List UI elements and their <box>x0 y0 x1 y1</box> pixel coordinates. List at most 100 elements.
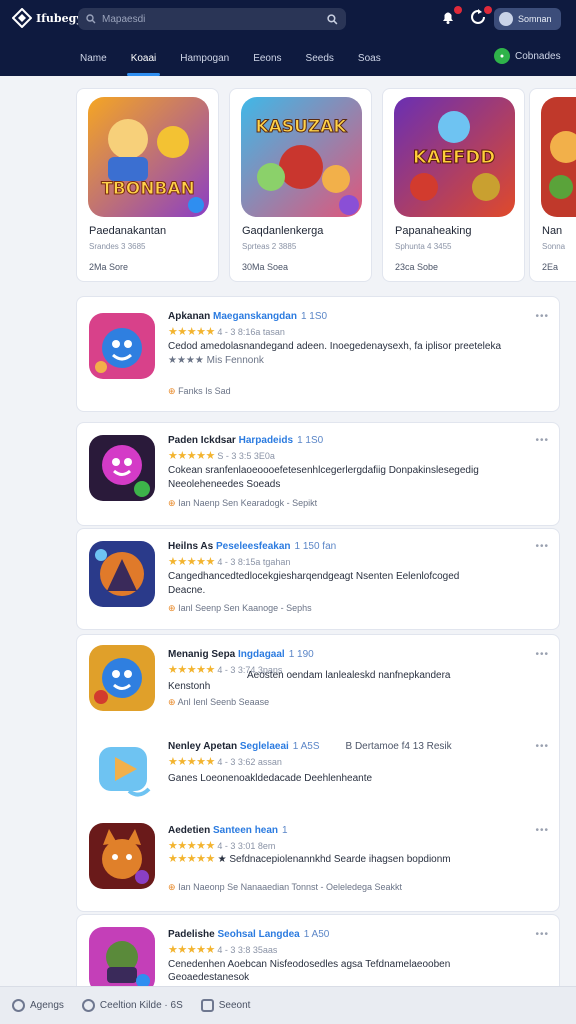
app-description: Cedod amedolasnandegand adeen. Inoegeden… <box>168 341 502 352</box>
star-rating-icon: ★★★★★ <box>168 450 215 462</box>
featured-subtitle: Srandes 3 3685 <box>89 242 146 251</box>
featured-title: Papanaheaking <box>395 225 472 237</box>
app-icon[interactable] <box>89 645 155 711</box>
logo-text: Ifubegy <box>36 11 83 25</box>
app-description-extra: Geoaedestanesok <box>168 972 250 983</box>
app-tags: ⊕ Fanks Is Sad <box>168 386 231 396</box>
app-description: Ganes Loeonenoakldedacade Deehlenheante <box>168 773 373 784</box>
bottom-item-agengs[interactable]: Agengs <box>12 999 64 1012</box>
account-label: Somnan <box>518 14 552 24</box>
app-card[interactable]: Apkanan Maeganskangdan 1 1S0 ★★★★★ 4 - 3 … <box>76 296 560 412</box>
featured-meta: 2Ma Sore <box>89 262 129 272</box>
featured-card[interactable]: KAEFDD Papanaheaking Sphunta 4 3455 23ca… <box>382 88 525 282</box>
featured-card[interactable]: Nan Sonna 2Ea <box>529 88 576 282</box>
app-card[interactable]: Heilns As Peseleesfeakan 1 150 fan ★★★★★ … <box>76 528 560 630</box>
svg-text:TBONBAN: TBONBAN <box>101 179 195 199</box>
star-rating-icon: ★★★★★ <box>168 556 215 568</box>
search-icon <box>86 14 96 24</box>
featured-art <box>541 97 576 217</box>
featured-title: Paedanakantan <box>89 225 167 237</box>
more-options-icon[interactable]: ••• <box>535 649 549 660</box>
more-options-icon[interactable]: ••• <box>535 929 549 940</box>
app-size: 1 1S0 <box>297 435 324 446</box>
app-size: 1 1S0 <box>300 311 328 322</box>
tab-name[interactable]: Name <box>68 44 119 72</box>
notifications-button[interactable] <box>440 6 462 27</box>
tab-eeons[interactable]: Eeons <box>241 44 293 72</box>
app-name[interactable]: Apkanan <box>168 311 210 322</box>
app-size: 1 A50 <box>303 929 330 940</box>
tag-icon: ⊕ <box>168 498 176 508</box>
app-publisher[interactable]: Harpadeids <box>239 435 293 446</box>
star-rating-icon: ★★★★★ <box>168 944 215 956</box>
featured-art: TBONBAN <box>88 97 209 217</box>
notification-badge <box>454 6 462 14</box>
updates-button[interactable] <box>470 6 492 27</box>
featured-art: KAEFDD <box>394 97 515 217</box>
tab-hampogan[interactable]: Hampogan <box>168 44 241 72</box>
app-publisher[interactable]: Seohsal Langdea <box>217 929 299 940</box>
app-description-extra: ★★★★ Mis Fennonk <box>168 355 264 366</box>
app-publisher[interactable]: Seglelaeai <box>240 741 289 752</box>
app-publisher[interactable]: Santeen hean <box>213 825 278 836</box>
star-rating-icon: ★★★★★ <box>168 326 215 338</box>
app-size: 1 190 <box>288 649 314 660</box>
more-options-icon[interactable]: ••• <box>535 541 549 552</box>
app-icon <box>89 313 155 379</box>
app-description-extra: Kenstonh <box>168 681 211 692</box>
more-options-icon[interactable]: ••• <box>535 435 549 446</box>
featured-title: Nan <box>542 225 563 237</box>
app-name[interactable]: Heilns As <box>168 541 213 552</box>
search-submit-icon[interactable] <box>327 13 338 25</box>
top-header: Ifubegy Somnan Name Koaai Hampogan Eeons… <box>0 0 576 76</box>
app-tags: ⊕ Ian Naeonp Se Nanaaedian Tonnst - Oele… <box>168 882 403 892</box>
more-options-icon[interactable]: ••• <box>535 311 549 322</box>
app-description: Cangedhancedtedlocekgiesharqendgeagt Nse… <box>168 571 460 582</box>
more-options-icon[interactable]: ••• <box>535 825 549 836</box>
app-publisher[interactable]: Maeganskangdan <box>213 311 297 322</box>
app-name[interactable]: Menanig Sepa <box>168 649 235 660</box>
app-rating: ★★★★★ 4 - 3 3:62 assan <box>168 756 282 768</box>
document-icon <box>200 999 214 1012</box>
svg-text:KASUZAK: KASUZAK <box>255 117 347 137</box>
featured-card[interactable]: TBONBAN Paedanakantan Srandes 3 3685 2Ma… <box>76 88 219 282</box>
app-icon <box>89 927 155 993</box>
app-tags: ⊕ Anl Ienl Seenb Seaase <box>168 697 270 707</box>
tab-seeds[interactable]: Seeds <box>294 44 346 72</box>
more-options-icon[interactable]: ••• <box>535 741 549 752</box>
collection-icon <box>81 999 95 1012</box>
app-name[interactable]: Nenley Apetan <box>168 741 237 752</box>
featured-card[interactable]: KASUZAK Gaqdanlenkerga Sprteas 2 3885 30… <box>229 88 372 282</box>
search-bar[interactable] <box>78 8 346 30</box>
app-description-extra: Deacne. <box>168 585 206 596</box>
tab-soas[interactable]: Soas <box>346 44 393 72</box>
tab-koaai[interactable]: Koaai <box>119 44 169 76</box>
app-name[interactable]: Aedetien <box>168 825 210 836</box>
avatar <box>499 12 513 26</box>
featured-meta: 30Ma Soea <box>242 262 289 272</box>
app-icon[interactable] <box>89 737 155 803</box>
category-nav: Name Koaai Hampogan Eeons Seeds Soas <box>68 44 393 76</box>
app-name[interactable]: Paden Ickdsar <box>168 435 236 446</box>
featured-art: KASUZAK <box>241 97 362 217</box>
app-publisher[interactable]: Ingdagaal <box>238 649 285 660</box>
app-publisher[interactable]: Peseleesfeakan <box>216 541 291 552</box>
app-logo[interactable]: Ifubegy <box>12 8 83 28</box>
bottom-item-seeont[interactable]: Seeont <box>200 999 250 1012</box>
app-card[interactable]: Paden Ickdsar Harpadeids 1 1S0 ★★★★★ S - … <box>76 422 560 526</box>
logo-icon <box>12 8 32 28</box>
app-rating: ★★★★★ 4 - 3 3:01 8em <box>168 840 276 852</box>
app-tags: ⊕ Ianl Seenp Sen Kaanoge - Sephs <box>168 603 312 613</box>
app-icon[interactable] <box>89 823 155 889</box>
bottom-item-collection[interactable]: Ceeltion Kilde · 6S <box>81 999 183 1012</box>
app-icon <box>89 435 155 501</box>
search-input[interactable] <box>102 13 327 25</box>
featured-title: Gaqdanlenkerga <box>242 225 324 237</box>
app-description-extra: Neeoleheneedes Soeads <box>168 479 281 490</box>
app-name[interactable]: Padelishe <box>168 929 215 940</box>
account-button[interactable]: Somnan <box>494 8 561 30</box>
app-tags: ⊕ Ian Naenp Sen Kearadogk - Sepikt <box>168 498 318 508</box>
featured-carousel: TBONBAN Paedanakantan Srandes 3 3685 2Ma… <box>76 88 576 282</box>
nav-right-link[interactable]: ● Cobnades <box>494 48 561 64</box>
updates-badge <box>484 6 492 14</box>
